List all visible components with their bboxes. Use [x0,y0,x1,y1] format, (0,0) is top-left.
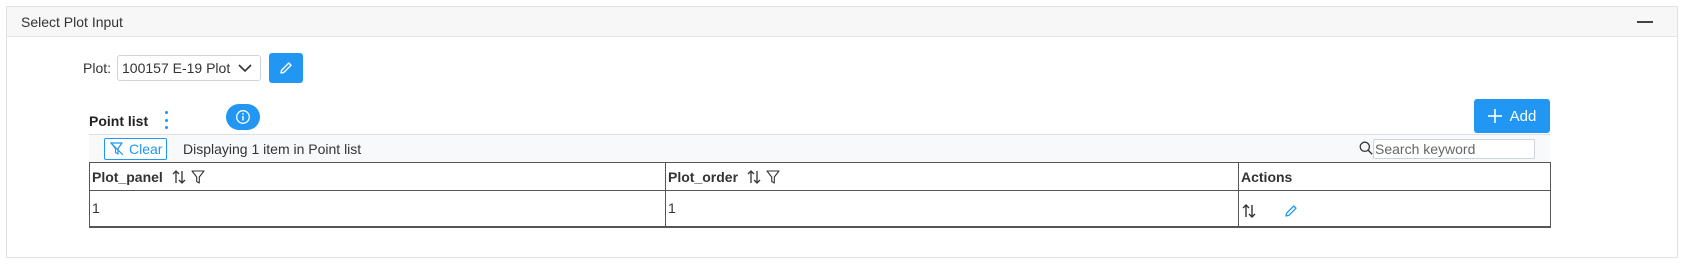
search-icon [1359,141,1373,155]
sort-icon[interactable] [746,169,762,185]
add-button-label: Add [1509,107,1537,125]
clear-button-label: Clear [129,141,163,157]
info-button[interactable] [226,104,260,130]
column-label: Actions [1241,168,1293,185]
column-header-actions: Actions [1238,162,1551,191]
grid-toolbar: Clear Displaying 1 item in Point list [89,134,1550,162]
collapse-icon[interactable] [1637,20,1653,23]
plot-label: Plot: [83,60,112,76]
pencil-icon[interactable] [1283,203,1299,219]
chevron-down-icon [238,64,252,73]
plot-dropdown[interactable]: 100157 E-19 Plot [117,55,262,81]
filter-icon[interactable] [766,169,780,184]
edit-plot-button[interactable] [269,53,304,83]
plus-icon [1487,109,1502,123]
column-label: Plot_order [668,168,739,185]
cell-actions [1238,190,1551,228]
point-list-table: Plot_panel Plot_order Actions 1 1 [89,162,1551,228]
pencil-icon [280,62,292,74]
panel-header: Select Plot Input [7,7,1677,37]
add-button[interactable]: Add [1474,99,1550,133]
reorder-icon[interactable] [1241,203,1257,219]
column-label: Plot_panel [92,168,163,185]
column-header-plot-panel[interactable]: Plot_panel [89,162,666,191]
sort-icon[interactable] [171,169,187,185]
more-options-icon[interactable] [162,111,170,129]
panel-title: Select Plot Input [21,13,123,30]
plot-dropdown-value: 100157 E-19 Plot [122,60,231,76]
cell-plot-panel: 1 [89,190,666,228]
table-header-row: Plot_panel Plot_order Actions [89,162,1551,191]
point-list-title: Point list [89,113,149,129]
cell-plot-order: 1 [665,190,1239,228]
search-input[interactable] [1373,139,1535,159]
table-row: 1 1 [89,190,1551,228]
filter-clear-icon [110,142,124,156]
filter-icon[interactable] [191,169,205,184]
info-icon [236,110,250,124]
display-count-text: Displaying 1 item in Point list [183,141,362,157]
clear-filter-button[interactable]: Clear [104,138,168,160]
plot-selector-row: Plot: 100157 E-19 Plot [83,53,304,83]
column-header-plot-order[interactable]: Plot_order [665,162,1239,191]
